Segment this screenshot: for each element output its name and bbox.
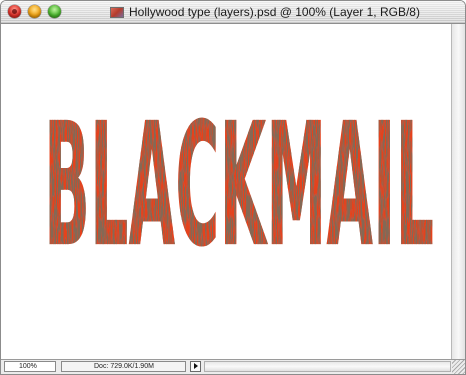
status-menu-arrow-icon[interactable] (190, 361, 201, 372)
status-bar: 100% Doc: 729.0K/1.90M (1, 359, 465, 374)
artwork-layer: BLACKMAIL (44, 86, 434, 285)
psd-document-icon (110, 6, 125, 18)
zoom-level-field[interactable]: 100% (4, 361, 56, 372)
document-canvas[interactable]: BLACKMAIL (1, 24, 451, 359)
close-icon (12, 9, 17, 14)
zoom-button[interactable] (48, 5, 61, 18)
horizontal-scrollbar[interactable] (204, 361, 451, 372)
resize-grip-icon[interactable] (452, 360, 465, 374)
title-bar[interactable]: Hollywood type (layers).psd @ 100% (Laye… (1, 1, 465, 24)
title-wrap: Hollywood type (layers).psd @ 100% (Laye… (73, 1, 457, 23)
vertical-scrollbar[interactable] (451, 24, 465, 359)
minimize-button[interactable] (28, 5, 41, 18)
close-button[interactable] (8, 5, 21, 18)
document-size-info: Doc: 729.0K/1.90M (61, 361, 186, 372)
blackmail-text: BLACKMAIL (44, 86, 434, 285)
document-window: Hollywood type (layers).psd @ 100% (Laye… (0, 0, 466, 375)
window-title: Hollywood type (layers).psd @ 100% (Laye… (129, 5, 420, 19)
